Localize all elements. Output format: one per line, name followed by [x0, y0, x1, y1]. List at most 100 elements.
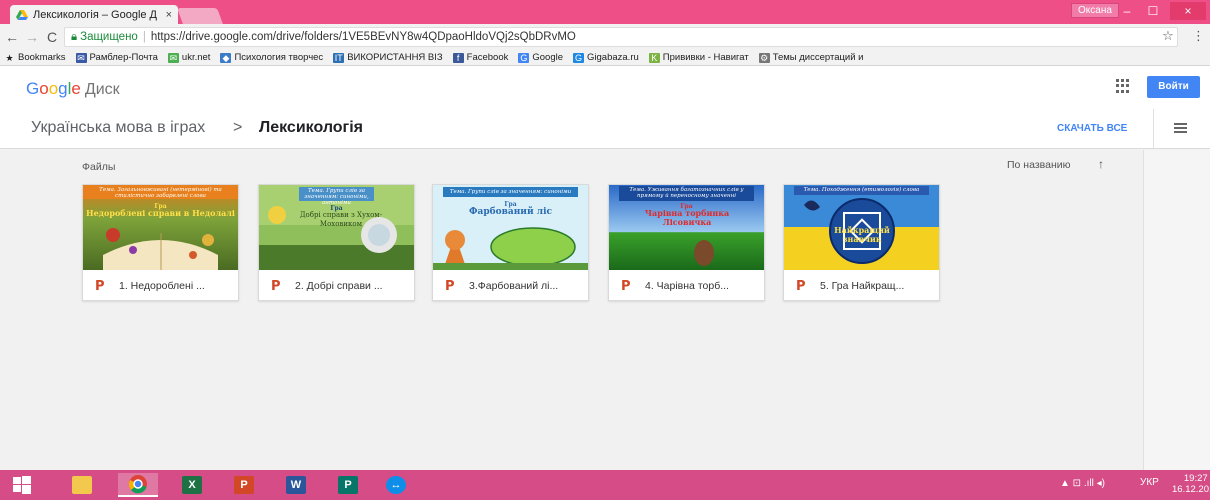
file-name: 4. Чарівна торб...	[645, 280, 729, 292]
thumbnail-caption: Тема. Загальновживані (нетермінові) та с…	[99, 187, 222, 199]
bookmark-label: Темы диссертаций и	[772, 52, 864, 63]
thumbnail-fox-image	[433, 185, 588, 270]
powerpoint-icon: P	[95, 278, 105, 294]
lock-icon: 🔒︎	[71, 31, 78, 43]
file-card[interactable]: Тема. Уживання багатозначних слів у прям…	[608, 184, 765, 301]
word-icon: W	[286, 476, 306, 494]
bookmark-item[interactable]: G Google	[518, 52, 563, 63]
files-section-label: Файлы	[82, 161, 116, 173]
bookmark-item[interactable]: ✉ ukr.net	[167, 52, 211, 63]
dissertation-icon: ⚙	[758, 52, 770, 63]
bookmark-item[interactable]: IT ВИКОРИСТАННЯ ВІЗ	[333, 52, 443, 63]
bookmark-star-icon[interactable]: ☆	[1160, 27, 1176, 45]
bird-icon: ◆	[220, 52, 232, 63]
taskbar-file-explorer[interactable]	[62, 473, 102, 497]
file-card-footer: P 4. Чарівна торб...	[609, 271, 764, 301]
windows-logo-icon	[13, 476, 31, 494]
taskbar-chrome[interactable]	[118, 473, 158, 497]
bookmark-item[interactable]: K Прививки - Навигат	[648, 52, 749, 63]
breadcrumb: Українська мова в іграх > Лексикологія С…	[0, 109, 1210, 149]
thumbnail-title: Фарбований ліс	[468, 207, 553, 217]
thumbnail-title: Добрі справи з Хухом-Моховиком	[299, 211, 383, 228]
star-icon: ★	[5, 52, 14, 63]
breadcrumb-separator-icon: >	[233, 119, 243, 136]
browser-menu-icon[interactable]: ⋮	[1192, 27, 1205, 45]
file-name: 1. Недороблені ...	[119, 280, 205, 292]
it-icon: IT	[333, 52, 345, 63]
bookmark-item[interactable]: ⚙ Темы диссертаций и	[758, 52, 864, 63]
thumbnail-caption: Тема. Групи слів за значенням: синоніми	[449, 189, 572, 195]
forward-button[interactable]: →	[24, 28, 40, 46]
file-name: 2. Добрі справи ...	[295, 280, 383, 292]
file-name: 5. Гра Найкращ...	[820, 280, 905, 292]
browser-tab[interactable]: Лексикологія – Google Д ×	[10, 5, 178, 24]
address-bar[interactable]: 🔒︎ Защищено | https://drive.google.com/driv…	[64, 27, 1178, 47]
start-button[interactable]	[2, 473, 42, 497]
file-card-footer: P 3.Фарбований лі...	[433, 271, 588, 301]
drive-product-name: Диск	[84, 81, 120, 98]
taskbar-word[interactable]: W	[276, 473, 316, 497]
bookmark-item[interactable]: ✉ Рамблер-Почта	[75, 52, 158, 63]
list-view-icon[interactable]	[1174, 123, 1187, 133]
reload-button[interactable]: C	[44, 28, 60, 46]
powerpoint-icon: P	[234, 476, 254, 494]
google-drive-icon	[16, 9, 28, 20]
bookmark-label: Gigabaza.ru	[587, 52, 639, 63]
new-tab-button[interactable]	[177, 8, 223, 24]
profile-button[interactable]: Оксана	[1071, 3, 1119, 18]
bookmarks-bar: ★ Bookmarks ✉ Рамблер-Почта ✉ ukr.net ◆ Психоло…	[0, 50, 1210, 66]
file-card[interactable]: Тема. Групи слів за значенням: синоніми …	[432, 184, 589, 301]
close-window-button[interactable]: ×	[1170, 2, 1206, 20]
download-all-button[interactable]: СКАЧАТЬ ВСЕ	[1057, 123, 1127, 134]
file-card[interactable]: Тема. Групи слів за значенням: синоніми,…	[258, 184, 415, 301]
google-drive-logo[interactable]: Google Диск	[26, 79, 120, 99]
breadcrumb-current-folder: Лексикологія	[259, 119, 363, 136]
taskbar-publisher[interactable]: P	[328, 473, 368, 497]
minimize-button[interactable]: –	[1114, 2, 1140, 20]
bookmark-item[interactable]: ◆ Психология творчес	[220, 52, 323, 63]
tab-close-icon[interactable]: ×	[166, 9, 172, 21]
bookmark-label: Рамблер-Почта	[89, 52, 158, 63]
vaccine-icon: K	[648, 52, 660, 63]
sort-direction-icon[interactable]: ↑	[1098, 157, 1104, 171]
file-thumbnail: Тема. Групи слів за значенням: синоніми,…	[259, 185, 414, 270]
security-label: Защищено	[80, 31, 138, 43]
clock-date: 16.12.2017	[1172, 484, 1210, 495]
back-button[interactable]: ←	[4, 28, 20, 46]
taskbar-powerpoint[interactable]: P	[224, 473, 264, 497]
header-divider	[1153, 109, 1154, 149]
thumbnail-title: Чарівна торбинка Лісовичка	[644, 208, 730, 227]
taskbar-teamviewer[interactable]: ↔	[376, 473, 416, 497]
sign-in-button[interactable]: Войти	[1147, 76, 1200, 98]
maximize-button[interactable]: ☐	[1140, 2, 1166, 20]
breadcrumb-parent-folder[interactable]: Українська мова в іграх	[31, 119, 205, 137]
file-card[interactable]: Тема. Загальновживані (нетермінові) та с…	[82, 184, 239, 301]
file-card-footer: P 1. Недороблені ...	[83, 271, 238, 301]
mail-icon: ✉	[75, 52, 87, 63]
bookmark-label: Google	[532, 52, 564, 63]
bookmark-label: Facebook	[466, 52, 509, 63]
windows-taskbar: X P W P ↔	[0, 470, 1210, 500]
file-thumbnail: Тема. Походження (етимологія) слова Найк…	[784, 185, 939, 270]
apps-grid-icon[interactable]	[1116, 79, 1130, 93]
drive-header: Google Диск Войти	[0, 67, 1210, 109]
bookmark-item[interactable]: f Facebook	[452, 52, 509, 63]
file-thumbnail: Тема. Уживання багатозначних слів у прям…	[609, 185, 764, 270]
powerpoint-icon: P	[796, 278, 806, 294]
excel-icon: X	[182, 476, 202, 494]
folder-icon	[72, 476, 92, 494]
taskbar-excel[interactable]: X	[172, 473, 212, 497]
powerpoint-icon: P	[621, 278, 631, 294]
bookmark-label: ukr.net	[181, 52, 211, 63]
file-card[interactable]: Тема. Походження (етимологія) слова Найк…	[783, 184, 940, 301]
system-tray-icons[interactable]: ▲ ⊡ .ıll ◂)	[1060, 478, 1105, 489]
sort-by-name-button[interactable]: По названию	[1007, 159, 1070, 171]
gigabaza-icon: G	[573, 52, 585, 63]
bookmark-item[interactable]: ★ Bookmarks	[4, 52, 65, 63]
bookmark-item[interactable]: G Gigabaza.ru	[573, 52, 639, 63]
clock[interactable]: 19:27 16.12.2017	[1172, 473, 1210, 495]
bookmark-label: ВИКОРИСТАННЯ ВІЗ	[347, 52, 443, 63]
window-titlebar: Лексикологія – Google Д × Оксана – ☐ ×	[0, 0, 1210, 24]
right-panel	[1143, 150, 1210, 470]
language-indicator[interactable]: УКР	[1140, 477, 1159, 488]
